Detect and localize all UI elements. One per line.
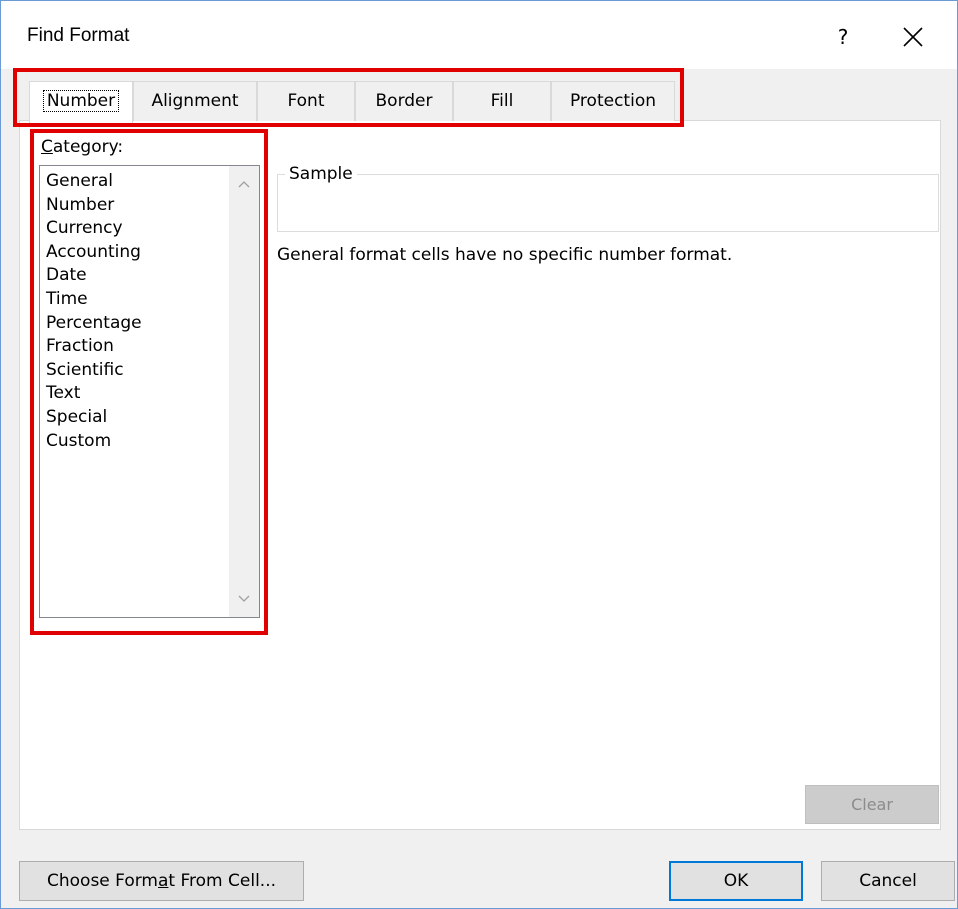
tab-fill[interactable]: Fill [453,81,551,121]
tab-font[interactable]: Font [257,81,355,121]
find-format-dialog: Find Format ? Number Alignment Font Bord… [0,0,958,909]
list-item[interactable]: Fraction [46,335,142,359]
scroll-up-button[interactable] [229,170,259,198]
scroll-down-button[interactable] [229,585,259,613]
format-description: General format cells have no specific nu… [277,245,733,265]
category-listbox[interactable]: General Number Currency Accounting Date … [39,165,260,618]
list-item[interactable]: Scientific [46,359,142,383]
list-item[interactable]: Date [46,264,142,288]
category-scrollbar[interactable] [229,166,259,617]
list-item[interactable]: General [46,170,142,194]
category-list: General Number Currency Accounting Date … [46,170,142,453]
tab-border[interactable]: Border [355,81,453,121]
chevron-up-icon [238,181,250,188]
list-item[interactable]: Custom [46,430,142,454]
sample-legend: Sample [285,165,357,183]
tab-protection[interactable]: Protection [551,81,675,121]
list-item[interactable]: Time [46,288,142,312]
tab-alignment[interactable]: Alignment [133,81,257,121]
tab-number[interactable]: Number [29,81,133,123]
dialog-title: Find Format [27,25,130,46]
clear-button[interactable]: Clear [805,785,939,824]
list-item[interactable]: Number [46,194,142,218]
category-label: Category: [41,137,124,157]
list-item[interactable]: Currency [46,217,142,241]
title-bar: Find Format ? [1,1,957,69]
chevron-down-icon [238,595,250,602]
choose-format-from-cell-button[interactable]: Choose Format From Cell... [19,861,304,901]
ok-button[interactable]: OK [669,861,803,901]
list-item[interactable]: Text [46,382,142,406]
close-button[interactable] [885,15,941,59]
help-button[interactable]: ? [821,19,865,55]
close-icon [903,27,923,47]
list-item[interactable]: Special [46,406,142,430]
list-item[interactable]: Accounting [46,241,142,265]
sample-box [277,174,939,232]
list-item[interactable]: Percentage [46,312,142,336]
cancel-button[interactable]: Cancel [821,861,955,901]
